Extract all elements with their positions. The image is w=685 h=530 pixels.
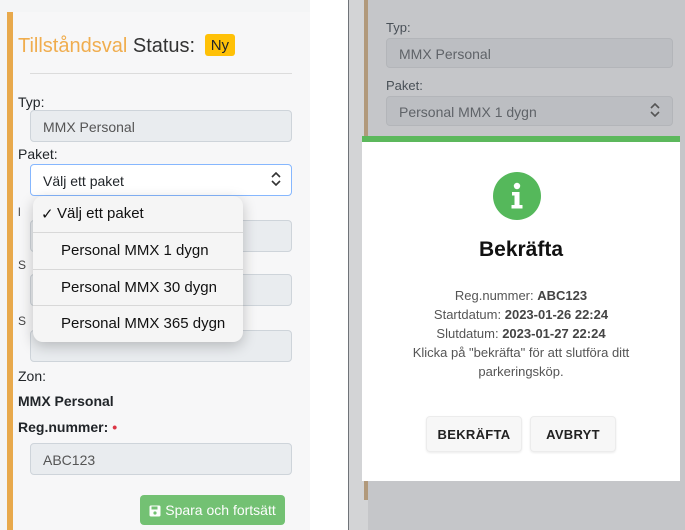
info-icon	[493, 172, 541, 220]
dropdown-option-label: Välj ett paket	[57, 205, 144, 222]
hidden-label-mark: S	[18, 258, 27, 272]
save-and-continue-button[interactable]: Spara och fortsätt	[140, 495, 285, 525]
reg-number-field[interactable]: ABC123	[30, 443, 292, 475]
modal-message-line2: parkeringsköp.	[478, 364, 564, 379]
zon-value: MMX Personal	[18, 393, 114, 409]
page-title: Tillståndsval Status: Ny	[18, 34, 236, 58]
card-accent-bar	[7, 12, 13, 530]
cancel-button[interactable]: AVBRYT	[530, 416, 616, 452]
checkmark-icon: ✓	[41, 206, 54, 223]
confirm-modal: Bekräfta Reg.nummer: ABC123 Startdatum: …	[362, 136, 680, 481]
title-status-label: Status:	[132, 35, 196, 57]
typ-field: MMX Personal	[30, 110, 292, 142]
dropdown-option-label: Personal MMX 365 dygn	[61, 315, 226, 332]
dropdown-option[interactable]: ✓ Välj ett paket	[33, 196, 243, 232]
status-badge: Ny	[204, 34, 236, 56]
hidden-label-mark: S	[18, 314, 27, 328]
modal-start-line: Startdatum: 2023-01-26 22:24	[362, 307, 680, 322]
paket-label: Paket:	[386, 78, 423, 93]
modal-start-label: Startdatum:	[433, 307, 502, 322]
zon-label: Zon:	[18, 368, 47, 384]
modal-end-value: 2023-01-27 22:24	[502, 326, 606, 341]
title-permit-choice: Tillståndsval	[18, 35, 128, 57]
confirm-button[interactable]: BEKRÄFTA	[426, 416, 522, 452]
paket-label: Paket:	[18, 146, 58, 162]
typ-field: MMX Personal	[386, 38, 673, 68]
floppy-disk-icon	[149, 505, 161, 517]
save-button-label: Spara och fortsätt	[165, 502, 276, 518]
required-indicator: •	[112, 419, 118, 435]
dropdown-option[interactable]: Personal MMX 1 dygn	[33, 233, 243, 269]
dropdown-option-label: Personal MMX 30 dygn	[61, 279, 217, 296]
modal-reg-line: Reg.nummer: ABC123	[362, 288, 680, 303]
paket-select: Personal MMX 1 dygn	[386, 96, 673, 126]
typ-label: Typ:	[18, 94, 45, 110]
modal-reg-label: Reg.nummer:	[454, 288, 534, 303]
dropdown-option[interactable]: Personal MMX 365 dygn	[33, 306, 243, 342]
modal-reg-value: ABC123	[537, 288, 588, 303]
up-down-chevron-icon	[271, 171, 281, 189]
divider	[30, 73, 292, 74]
paket-select[interactable]: Välj ett paket	[30, 164, 292, 196]
modal-title: Bekräfta	[478, 238, 564, 261]
dropdown-option[interactable]: Personal MMX 30 dygn	[33, 270, 243, 306]
modal-end-label: Slutdatum:	[436, 326, 499, 341]
paket-select-value: Personal MMX 1 dygn	[399, 104, 537, 120]
up-down-chevron-icon	[650, 102, 660, 120]
modal-end-line: Slutdatum: 2023-01-27 22:24	[362, 326, 680, 341]
dropdown-option-label: Personal MMX 1 dygn	[61, 242, 209, 259]
permit-selection-panel: Tillståndsval Status: Ny Typ: MMX Person…	[0, 0, 310, 530]
modal-start-value: 2023-01-26 22:24	[504, 307, 609, 322]
panel-border	[348, 0, 349, 530]
paket-dropdown-menu: ✓ Välj ett paket Personal MMX 1 dygn Per…	[33, 196, 243, 342]
paket-select-value: Välj ett paket	[43, 173, 124, 189]
hidden-label-mark: l	[18, 205, 21, 219]
typ-label: Typ:	[386, 20, 411, 35]
modal-message-line1: Klicka på "bekräfta" för att slutföra di…	[412, 345, 630, 360]
reg-label-text: Reg.nummer:	[18, 419, 109, 435]
reg-label: Reg.nummer: •	[18, 419, 117, 435]
